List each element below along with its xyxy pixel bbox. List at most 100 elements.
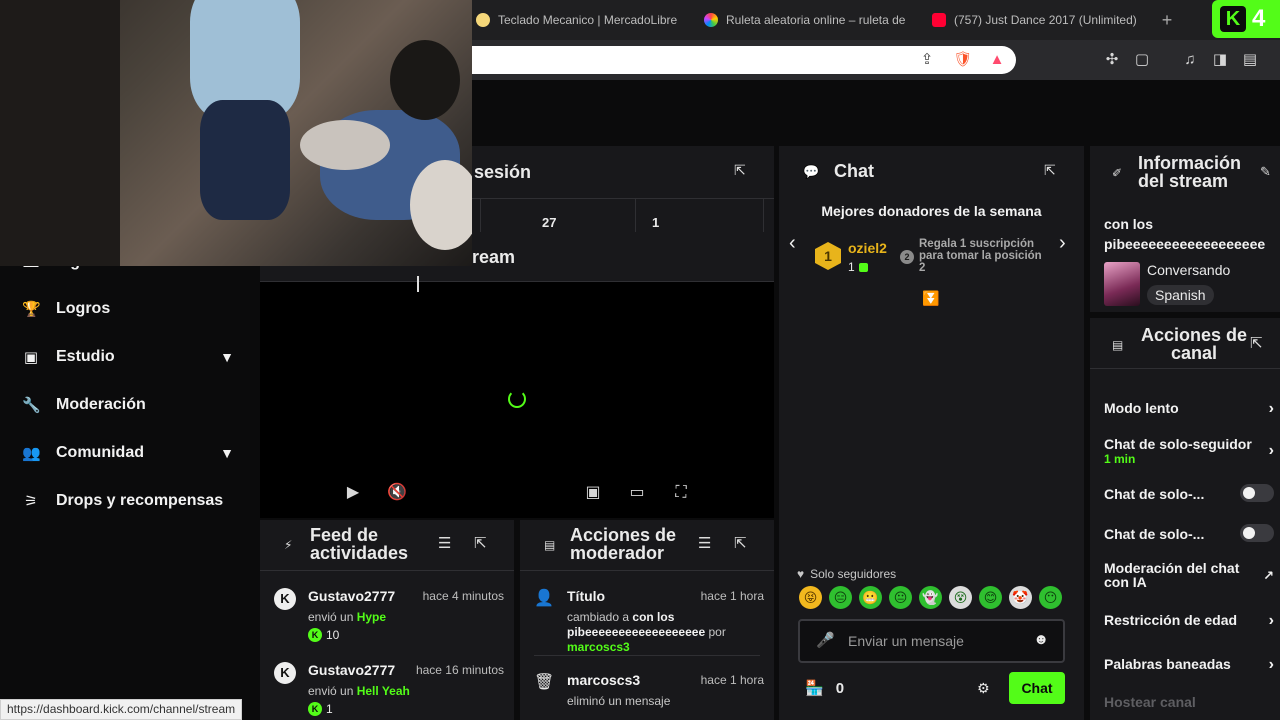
ai-moderation-action[interactable]: Moderación del chat con IA ↗: [1104, 561, 1278, 589]
popout-icon[interactable]: ⇱: [1250, 334, 1263, 352]
chevron-down-icon[interactable]: ▼: [220, 445, 234, 461]
mod-action-desc: cambiado a con los pibeeeeeeeeeeeeeeeeee…: [567, 610, 767, 655]
emote-button[interactable]: 😬: [859, 586, 882, 609]
mod-action-title[interactable]: marcoscs3: [567, 672, 640, 688]
popout-icon[interactable]: ⇱: [474, 534, 487, 552]
sidebar-item-comunidad[interactable]: 👥 Comunidad ▼: [22, 439, 236, 467]
event-description: envió un Hell Yeah: [308, 684, 410, 698]
edit-icon[interactable]: ✎: [1260, 164, 1271, 180]
emote-bar: 😝 😑 😬 😐 👻 😵 😊 🤡 😶: [799, 586, 1062, 609]
event-amount: K 10: [308, 628, 339, 642]
session-stat-value: 27: [542, 215, 557, 230]
emote-button[interactable]: 😊: [979, 586, 1002, 609]
tab-label: (757) Just Dance 2017 (Unlimited): [954, 13, 1137, 27]
media-icon[interactable]: ♫: [1180, 50, 1200, 70]
collapse-icon[interactable]: ⏬: [922, 290, 939, 307]
sidebar-item-label: Comunidad: [56, 444, 144, 461]
kick-avatar-icon: K: [274, 588, 296, 610]
play-icon[interactable]: ▶: [342, 482, 364, 504]
chevron-left-icon[interactable]: ‹: [789, 232, 796, 255]
emote-button[interactable]: 😝: [799, 586, 822, 609]
mod-action-user[interactable]: marcoscs3: [567, 640, 630, 654]
fullscreen-icon[interactable]: ⛶: [670, 482, 692, 504]
store-icon: 🏪: [805, 680, 824, 697]
send-chat-button[interactable]: Chat: [1009, 672, 1065, 704]
popout-icon[interactable]: ⇱: [734, 162, 746, 179]
followers-only-action[interactable]: Chat de solo-seguidores 1 min ›: [1104, 436, 1278, 466]
popout-icon[interactable]: ⇱: [734, 534, 747, 552]
event-user[interactable]: Gustavo2777: [308, 662, 395, 678]
gear-icon[interactable]: ⚙: [977, 680, 990, 697]
event-action: envió un: [308, 684, 354, 698]
filter-icon[interactable]: ☰: [438, 534, 451, 552]
emote-button[interactable]: 👻: [919, 586, 942, 609]
emote-button[interactable]: 😶: [1039, 586, 1062, 609]
toggle-switch[interactable]: [1240, 484, 1274, 502]
action-label: Modo lento: [1104, 400, 1179, 416]
brave-rewards-icon[interactable]: ▲: [987, 50, 1007, 70]
rank-two-badge: 2: [900, 250, 914, 264]
new-tab-button[interactable]: +: [1158, 8, 1176, 32]
drops-icon: ⚞: [24, 493, 38, 510]
event-time: hace 16 minutos: [415, 663, 504, 677]
user-edit-icon: 👤: [534, 590, 554, 607]
emote-button[interactable]: 😵: [949, 586, 972, 609]
stream-info-panel: ✐ Información del stream ✎ con los pibee…: [1090, 146, 1280, 312]
pip-icon[interactable]: ▣: [582, 482, 604, 504]
emote-button[interactable]: 😐: [889, 586, 912, 609]
sidebar-toggle-icon[interactable]: ◨: [1210, 50, 1230, 70]
popout-icon[interactable]: ⇱: [1044, 162, 1056, 179]
wallet-icon[interactable]: ▤: [1240, 50, 1260, 70]
kick-extension-badge[interactable]: K 4: [1212, 0, 1280, 38]
divider: [1090, 368, 1280, 369]
sidebar-item-label: Moderación: [56, 396, 146, 413]
gift-icon: [858, 262, 868, 272]
sidebar-item-moderacion[interactable]: 🔧 Moderación: [22, 391, 236, 419]
chat-message-input[interactable]: [848, 630, 1028, 652]
loading-spinner-icon: [508, 390, 526, 408]
emote-button[interactable]: 🤡: [1009, 586, 1032, 609]
emote-button[interactable]: 😑: [829, 586, 852, 609]
heart-icon: ♥: [797, 567, 805, 581]
event-item: Hype: [356, 610, 387, 624]
chevron-right-icon[interactable]: ›: [1059, 232, 1066, 255]
sidebar-item-logros[interactable]: 🏆 Logros: [22, 295, 236, 323]
event-amount: K1: [308, 702, 333, 716]
lightning-icon: ⚡: [284, 538, 293, 552]
studio-icon: ▣: [23, 349, 39, 366]
emoji-picker-icon[interactable]: ☻: [1033, 631, 1049, 648]
mute-icon[interactable]: 🔇: [386, 482, 408, 504]
host-channel-action[interactable]: Hostear canal: [1104, 694, 1196, 710]
brave-shields-icon[interactable]: 🛡: [953, 50, 973, 70]
modact-panel-title: Acciones de moderador: [570, 525, 677, 563]
tab-youtube[interactable]: (757) Just Dance 2017 (Unlimited): [932, 8, 1138, 32]
pencil-icon: ✐: [1112, 166, 1123, 180]
theater-icon[interactable]: ▭: [626, 482, 648, 504]
chevron-down-icon[interactable]: ▼: [220, 349, 234, 365]
divider: [534, 655, 760, 656]
stream-category[interactable]: Conversando: [1147, 262, 1230, 278]
event-time: hace 4 minutos: [422, 589, 504, 603]
event-amount-value: 10: [326, 628, 340, 642]
top-donor-name[interactable]: oziel2: [848, 240, 887, 256]
sidebar-item-drops[interactable]: ⚞ Drops y recompensas: [22, 487, 236, 515]
age-restriction-action[interactable]: Restricción de edad ›: [1104, 612, 1278, 629]
tab-mercadolibre[interactable]: Teclado Mecanico | MercadoLibre: [476, 8, 682, 32]
reader-icon[interactable]: ▢: [1132, 50, 1152, 70]
ruleta-favicon-icon: [704, 13, 718, 27]
sidebar-item-estudio[interactable]: ▣ Estudio ▼: [22, 343, 236, 371]
slow-mode-action[interactable]: Modo lento ›: [1104, 400, 1278, 417]
toggle-switch[interactable]: [1240, 524, 1274, 542]
tab-ruleta[interactable]: Ruleta aleatoria online – ruleta de: [704, 8, 910, 32]
chevron-right-icon: ›: [1268, 442, 1274, 459]
banned-words-action[interactable]: Palabras baneadas ›: [1104, 656, 1278, 673]
microphone-icon[interactable]: 🎤: [816, 631, 835, 649]
chevron-right-icon: ›: [1268, 612, 1274, 629]
event-item: Hell Yeah: [356, 684, 410, 698]
kicks-store-button[interactable]: 🏪 0: [805, 679, 844, 698]
event-user[interactable]: Gustavo2777: [308, 588, 395, 604]
chat-mode-indicator: ♥ Solo seguidores: [797, 567, 896, 581]
share-icon[interactable]: ⇪: [917, 50, 937, 70]
extensions-icon[interactable]: ✣: [1102, 50, 1122, 70]
filter-icon[interactable]: ☰: [698, 534, 711, 552]
